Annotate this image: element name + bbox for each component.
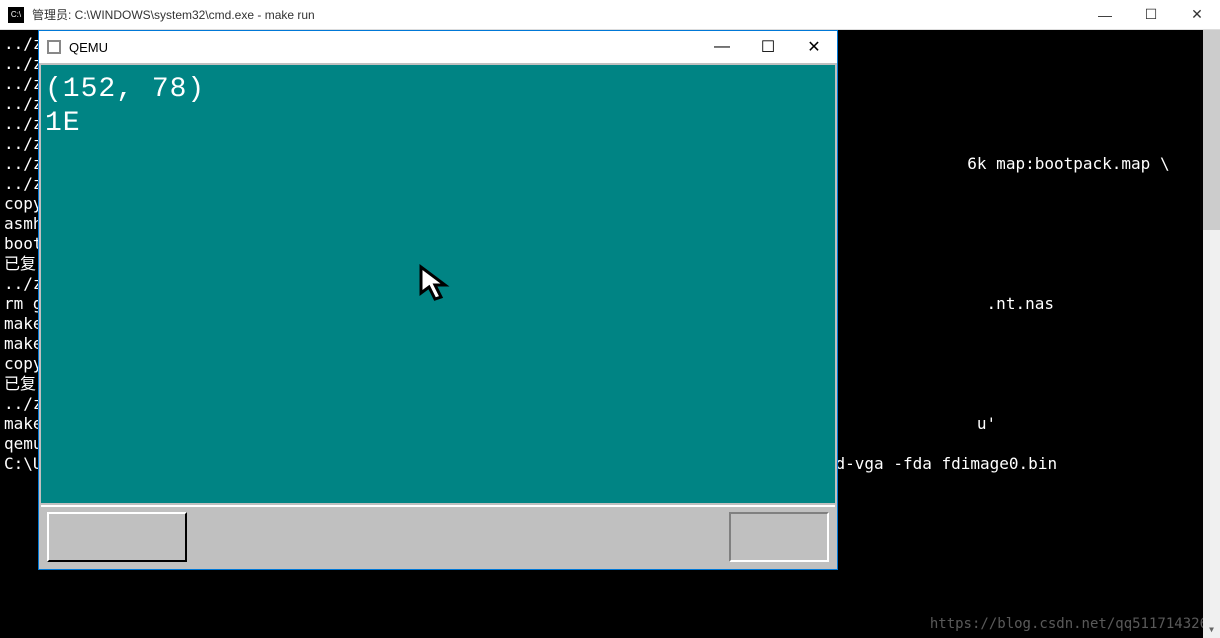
qemu-canvas[interactable]: (152, 78) 1E bbox=[39, 63, 837, 569]
qemu-close-button[interactable]: ✕ bbox=[791, 31, 837, 63]
qemu-titlebar[interactable]: QEMU — ☐ ✕ bbox=[39, 31, 837, 63]
cmd-titlebar[interactable]: C:\ 管理员: C:\WINDOWS\system32\cmd.exe - m… bbox=[0, 0, 1220, 30]
qemu-icon bbox=[47, 40, 61, 54]
cmd-scrollbar[interactable]: ▲ ▼ bbox=[1203, 30, 1220, 638]
qemu-minimize-button[interactable]: — bbox=[699, 31, 745, 63]
os-text: (152, 78) 1E bbox=[41, 65, 835, 149]
taskbar-start-button[interactable] bbox=[47, 512, 187, 562]
scrollbar-thumb[interactable] bbox=[1203, 30, 1220, 230]
os-taskbar bbox=[41, 505, 835, 567]
scroll-down-icon[interactable]: ▼ bbox=[1203, 621, 1220, 638]
qemu-maximize-button[interactable]: ☐ bbox=[745, 31, 791, 63]
cmd-maximize-button[interactable]: ☐ bbox=[1128, 0, 1174, 30]
cmd-icon: C:\ bbox=[8, 7, 24, 23]
os-keycode: 1E bbox=[45, 108, 81, 139]
qemu-title: QEMU bbox=[69, 40, 699, 55]
cmd-minimize-button[interactable]: — bbox=[1082, 0, 1128, 30]
os-desktop[interactable]: (152, 78) 1E bbox=[41, 65, 835, 503]
qemu-window-controls: — ☐ ✕ bbox=[699, 31, 837, 63]
cmd-window-controls: — ☐ ✕ bbox=[1082, 0, 1220, 30]
taskbar-tray[interactable] bbox=[729, 512, 829, 562]
qemu-window: QEMU — ☐ ✕ (152, 78) 1E bbox=[38, 30, 838, 570]
cmd-title: 管理员: C:\WINDOWS\system32\cmd.exe - make … bbox=[32, 6, 1082, 23]
mouse-cursor-icon bbox=[417, 263, 457, 303]
os-coords: (152, 78) bbox=[45, 74, 205, 105]
watermark: https://blog.csdn.net/qq511714326 bbox=[930, 616, 1208, 632]
cmd-close-button[interactable]: ✕ bbox=[1174, 0, 1220, 30]
